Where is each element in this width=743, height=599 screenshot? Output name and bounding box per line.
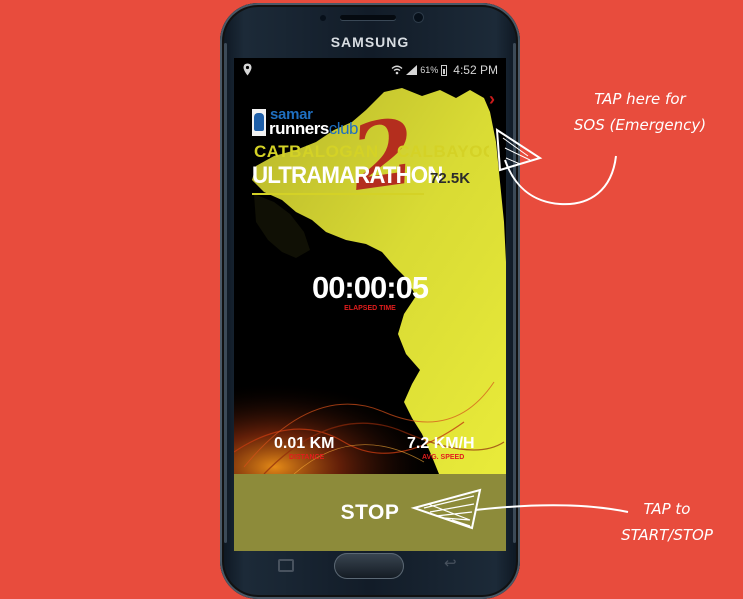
- sos-annotation-line-2: SOS (Emergency): [573, 116, 707, 134]
- sos-annotation: TAP here for SOS (Emergency): [540, 86, 740, 138]
- sos-arrow-head: [495, 128, 543, 172]
- stop-annotation-line-2: START/STOP: [621, 526, 713, 544]
- stop-arrow-hatch: [423, 495, 475, 527]
- stop-annotation-line-1: TAP to: [643, 500, 691, 518]
- stop-annotation: TAP to START/STOP: [592, 496, 742, 548]
- sos-annotation-line-1: TAP here for: [594, 90, 686, 108]
